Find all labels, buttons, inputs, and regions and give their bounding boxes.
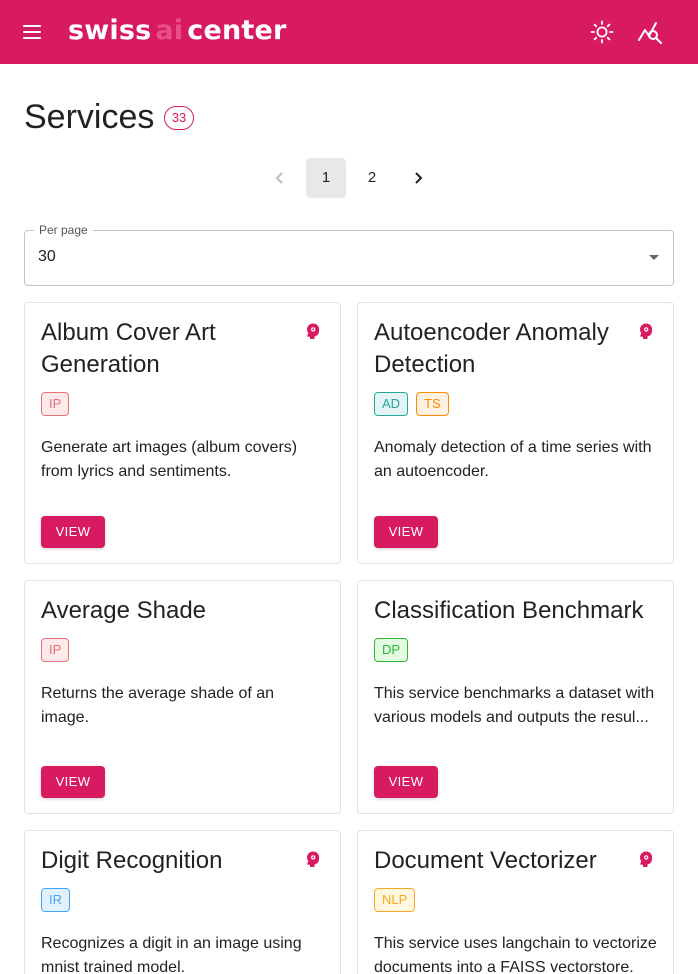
previous-page-button[interactable] — [260, 158, 300, 198]
next-page-button[interactable] — [398, 158, 438, 198]
view-button[interactable]: VIEW — [41, 766, 105, 798]
chart-search-icon[interactable] — [636, 18, 664, 46]
page-1-button[interactable]: 1 — [306, 158, 346, 198]
service-card: Album Cover Art Generation IP Generate a… — [24, 302, 341, 564]
card-title: Average Shade — [41, 597, 207, 624]
view-button[interactable]: VIEW — [41, 516, 105, 548]
service-card: Autoencoder Anomaly Detection AD TS Anom… — [357, 302, 674, 564]
dropdown-arrow-icon — [649, 255, 659, 260]
card-description: This service uses langchain to vectorize… — [374, 935, 657, 974]
card-title: Autoencoder Anomaly Detection — [374, 319, 609, 378]
tag-list: IP — [41, 638, 70, 662]
brain-icon — [307, 851, 320, 867]
brain-icon — [640, 323, 653, 339]
sun-icon[interactable] — [588, 18, 616, 46]
card-title: Digit Recognition — [41, 847, 223, 874]
tag-list: IP — [41, 392, 70, 416]
chevron-right-icon — [415, 172, 423, 184]
view-button[interactable]: VIEW — [374, 766, 438, 798]
card-description: Generate art images (album covers) from … — [41, 439, 298, 480]
card-description: Returns the average shade of an image. — [41, 685, 275, 726]
tag-list: AD TS — [374, 392, 449, 416]
card-description: Recognizes a digit in an image using mni… — [41, 935, 302, 974]
service-card: Average Shade IP Returns the average sha… — [24, 580, 341, 814]
menu-icon[interactable] — [20, 20, 44, 44]
card-description: Anomaly detection of a time series with … — [374, 439, 652, 480]
service-card: Classification Benchmark DP This service… — [357, 580, 674, 814]
tag-nlp: NLP — [374, 888, 416, 912]
per-page-label: Per page — [34, 222, 93, 238]
tag-dp: DP — [374, 638, 409, 662]
tag-ip: IP — [41, 638, 70, 662]
tag-ir: IR — [41, 888, 70, 912]
tag-list: IR — [41, 888, 70, 912]
per-page-value: 30 — [38, 248, 56, 265]
tag-list: NLP — [374, 888, 416, 912]
app-logo[interactable]: swiss ai center — [68, 14, 287, 48]
brain-icon — [640, 851, 653, 867]
tag-ad: AD — [374, 392, 409, 416]
app-bar: swiss ai center — [0, 0, 698, 64]
page-title: Services — [24, 98, 155, 136]
page-2-button[interactable]: 2 — [352, 158, 392, 198]
service-card: Digit Recognition IR Recognizes a digit … — [24, 830, 341, 974]
tag-ts: TS — [416, 392, 449, 416]
tag-list: DP — [374, 638, 409, 662]
per-page-select[interactable]: Per page 30 — [24, 222, 674, 286]
card-title: Album Cover Art Generation — [41, 319, 216, 378]
card-title: Classification Benchmark — [374, 597, 644, 624]
pagination: 1 2 — [0, 158, 698, 198]
chevron-left-icon — [275, 172, 283, 184]
brain-icon — [307, 323, 320, 339]
card-title: Document Vectorizer — [374, 847, 597, 874]
service-count-badge: 33 — [164, 106, 194, 130]
tag-ip: IP — [41, 392, 70, 416]
card-description: This service benchmarks a dataset with v… — [374, 685, 655, 726]
view-button[interactable]: VIEW — [374, 516, 438, 548]
service-card: Document Vectorizer NLP This service use… — [357, 830, 674, 974]
